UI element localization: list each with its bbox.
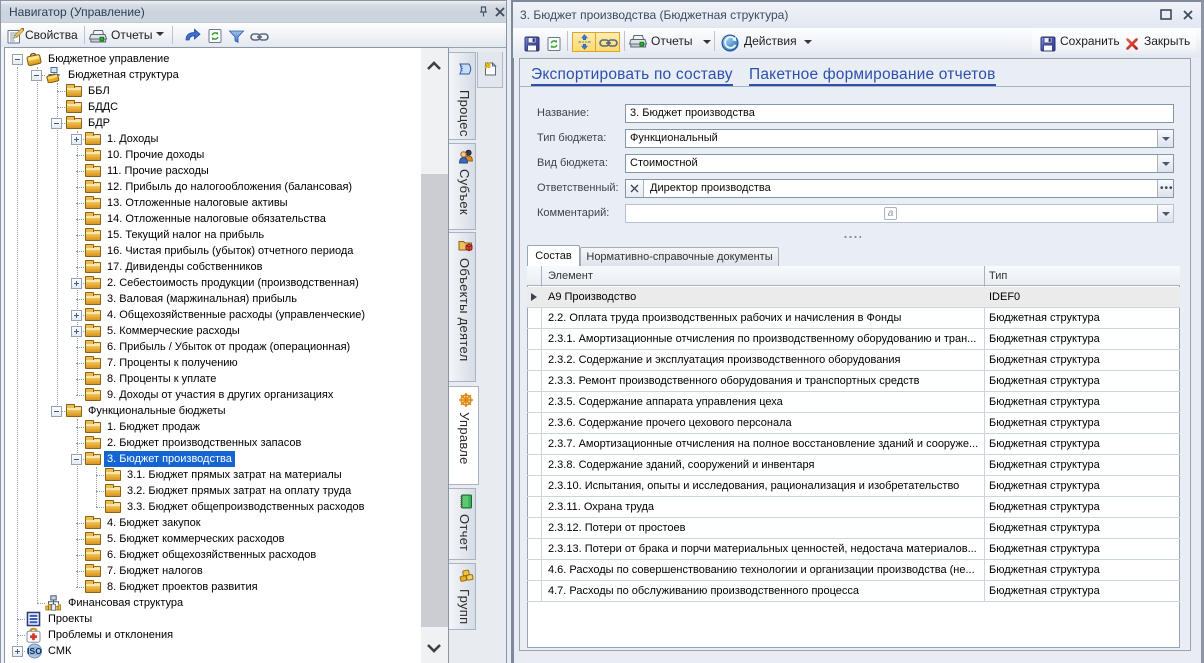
svg-text:ISO: ISO: [27, 646, 42, 656]
